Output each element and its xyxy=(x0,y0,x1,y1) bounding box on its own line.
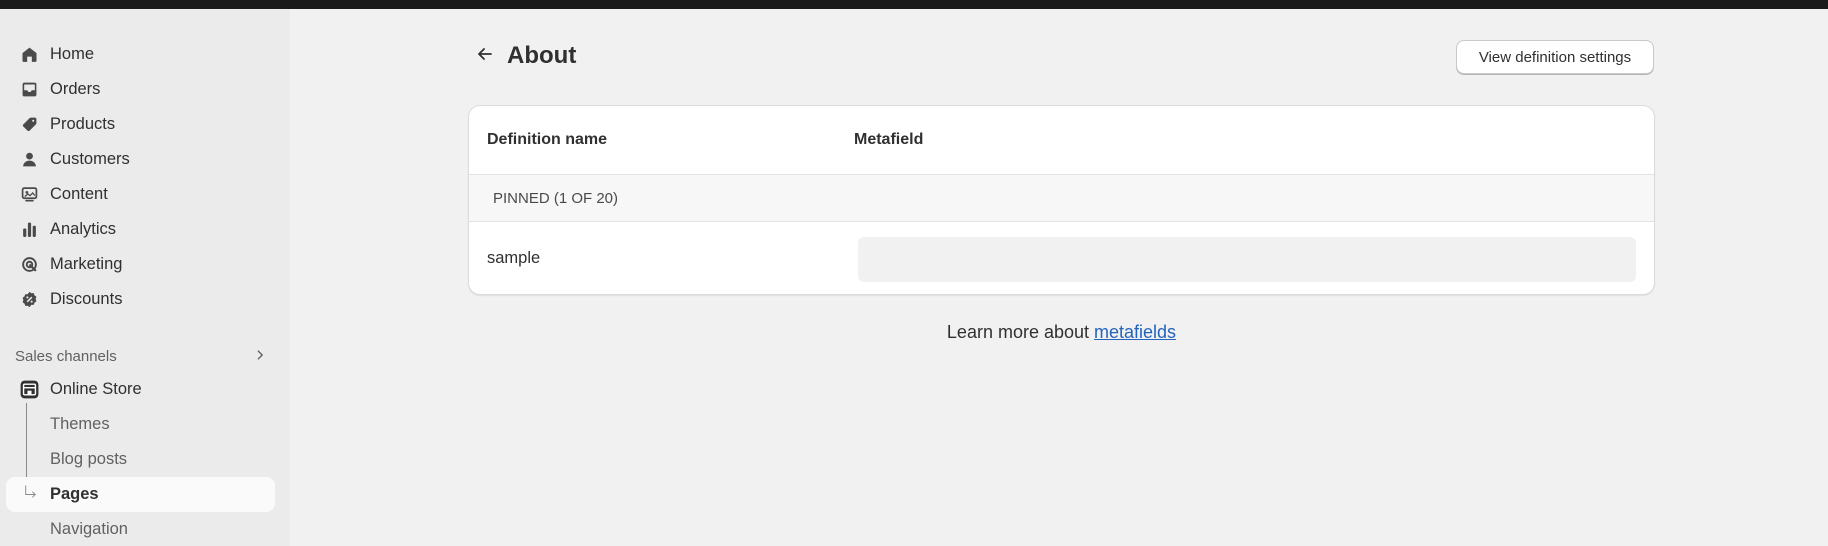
top-bar xyxy=(0,0,1828,9)
sidebar-item-discounts[interactable]: Discounts xyxy=(6,282,275,317)
sidebar-item-themes[interactable]: Themes xyxy=(6,407,275,442)
sidebar-item-label: Discounts xyxy=(50,290,123,308)
sales-channels-label: Sales channels xyxy=(15,347,117,365)
bar-chart-icon xyxy=(20,220,39,239)
sidebar-item-home[interactable]: Home xyxy=(6,37,275,72)
sidebar-item-label: Analytics xyxy=(50,220,117,238)
metafields-link[interactable]: metafields xyxy=(1094,322,1176,342)
sidebar: Home Orders Products Customers Content A… xyxy=(0,9,290,546)
sidebar-item-label: Pages xyxy=(50,485,99,503)
sidebar-item-label: Blog posts xyxy=(50,450,128,468)
pinned-section-header: PINNED (1 OF 20) xyxy=(469,175,1654,222)
sidebar-item-label: Themes xyxy=(50,415,110,433)
sidebar-item-orders[interactable]: Orders xyxy=(6,72,275,107)
back-button[interactable] xyxy=(472,43,498,69)
sidebar-item-label: Online Store xyxy=(50,380,142,398)
arrow-left-icon xyxy=(475,44,495,69)
table-header: Definition name Metafield xyxy=(469,106,1654,175)
sidebar-item-products[interactable]: Products xyxy=(6,107,275,142)
table-row: sample xyxy=(469,222,1654,294)
sidebar-item-label: Products xyxy=(50,115,116,133)
sidebar-item-online-store[interactable]: Online Store xyxy=(6,372,275,407)
page-title: About xyxy=(507,42,577,69)
sidebar-item-label: Home xyxy=(50,45,95,63)
sidebar-item-navigation[interactable]: Navigation xyxy=(6,512,275,546)
sidebar-item-label: Content xyxy=(50,185,108,203)
metafield-value-input[interactable] xyxy=(858,237,1636,282)
sidebar-item-customers[interactable]: Customers xyxy=(6,142,275,177)
chevron-right-icon xyxy=(253,348,267,367)
discount-icon xyxy=(20,290,39,309)
store-icon xyxy=(20,380,39,399)
sidebar-item-label: Orders xyxy=(50,80,101,98)
arrow-elbow-icon xyxy=(20,485,39,504)
sidebar-item-analytics[interactable]: Analytics xyxy=(6,212,275,247)
view-definition-settings-button[interactable]: View definition settings xyxy=(1456,40,1654,74)
sidebar-item-blog-posts[interactable]: Blog posts xyxy=(6,442,275,477)
main-content: About View definition settings Definitio… xyxy=(290,9,1828,546)
target-icon xyxy=(20,255,39,274)
sidebar-item-content[interactable]: Content xyxy=(6,177,275,212)
sales-channels-header[interactable]: Sales channels xyxy=(15,343,275,369)
column-header-metafield: Metafield xyxy=(854,131,924,148)
definition-name-cell: sample xyxy=(487,249,541,267)
sidebar-item-label: Navigation xyxy=(50,520,128,538)
pinned-label: PINNED (1 OF 20) xyxy=(493,190,619,207)
column-header-definition-name: Definition name xyxy=(487,131,608,148)
sidebar-item-pages[interactable]: Pages xyxy=(6,477,275,512)
metafields-card: Definition name Metafield PINNED (1 OF 2… xyxy=(468,105,1655,295)
person-icon xyxy=(20,150,39,169)
inbox-icon xyxy=(20,80,39,99)
learn-more: Learn more about metafields xyxy=(290,322,1655,343)
learn-more-text: Learn more about xyxy=(946,322,1095,342)
sidebar-item-marketing[interactable]: Marketing xyxy=(6,247,275,282)
tag-icon xyxy=(20,115,39,134)
content-icon xyxy=(20,185,39,204)
sidebar-item-label: Customers xyxy=(50,150,130,168)
home-icon xyxy=(20,45,39,64)
sidebar-item-label: Marketing xyxy=(50,255,123,273)
